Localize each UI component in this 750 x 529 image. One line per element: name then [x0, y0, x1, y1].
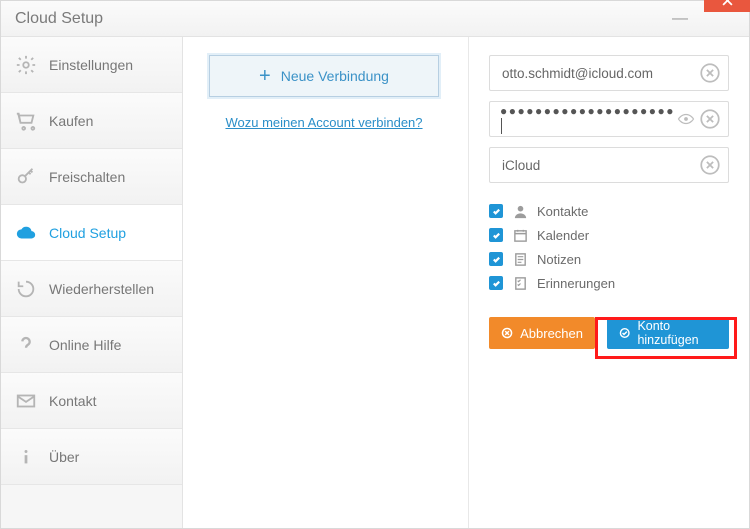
- sidebar-item-label: Einstellungen: [49, 57, 133, 73]
- sidebar-item-label: Online Hilfe: [49, 337, 121, 353]
- center-panel: + Neue Verbindung Wozu meinen Account ve…: [183, 37, 469, 528]
- sidebar-item-settings[interactable]: Einstellungen: [1, 37, 182, 93]
- sidebar-item-contact[interactable]: Kontakt: [1, 373, 182, 429]
- option-calendar: Kalender: [489, 227, 729, 243]
- add-account-button[interactable]: Konto hinzufügen: [607, 317, 729, 349]
- why-connect-link[interactable]: Wozu meinen Account verbinden?: [209, 115, 439, 130]
- account-form: ●●●●●●●●●●●●●●●●●●●● Kontakte: [469, 37, 749, 528]
- sidebar: Einstellungen Kaufen Freischalten Cloud …: [1, 37, 183, 528]
- cancel-label: Abbrechen: [520, 326, 583, 341]
- question-icon: [15, 334, 37, 356]
- cancel-button[interactable]: Abbrechen: [489, 317, 595, 349]
- sidebar-item-buy[interactable]: Kaufen: [1, 93, 182, 149]
- sidebar-item-unlock[interactable]: Freischalten: [1, 149, 182, 205]
- sidebar-item-label: Cloud Setup: [49, 225, 126, 241]
- show-password-icon[interactable]: [676, 109, 696, 129]
- sidebar-item-about[interactable]: Über: [1, 429, 182, 485]
- new-connection-button[interactable]: + Neue Verbindung: [209, 55, 439, 97]
- restore-icon: [15, 278, 37, 300]
- sidebar-item-restore[interactable]: Wiederherstellen: [1, 261, 182, 317]
- new-connection-label: Neue Verbindung: [281, 68, 389, 84]
- add-label: Konto hinzufügen: [637, 319, 717, 347]
- calendar-icon: [512, 227, 528, 243]
- sidebar-item-label: Über: [49, 449, 79, 465]
- notes-icon: [512, 251, 528, 267]
- checkbox-calendar[interactable]: [489, 228, 503, 242]
- info-icon: [15, 446, 37, 468]
- reminders-icon: [512, 275, 528, 291]
- option-contacts: Kontakte: [489, 203, 729, 219]
- option-label: Kontakte: [537, 204, 588, 219]
- cart-icon: [15, 110, 37, 132]
- mail-icon: [15, 390, 37, 412]
- email-field[interactable]: [500, 65, 700, 82]
- key-icon: [15, 166, 37, 188]
- sidebar-item-label: Kontakt: [49, 393, 96, 409]
- email-field-wrap: [489, 55, 729, 91]
- close-button[interactable]: [704, 0, 750, 12]
- option-label: Erinnerungen: [537, 276, 615, 291]
- clear-password-icon[interactable]: [700, 109, 720, 129]
- sidebar-item-help[interactable]: Online Hilfe: [1, 317, 182, 373]
- checkbox-contacts[interactable]: [489, 204, 503, 218]
- form-buttons: Abbrechen Konto hinzufügen: [489, 317, 729, 349]
- gear-icon: [15, 54, 37, 76]
- sidebar-item-label: Wiederherstellen: [49, 281, 154, 297]
- password-field[interactable]: ●●●●●●●●●●●●●●●●●●●●: [500, 104, 676, 134]
- checkbox-reminders[interactable]: [489, 276, 503, 290]
- minimize-button[interactable]: —: [658, 7, 702, 31]
- sync-options: Kontakte Kalender Notizen Erinnerungen: [489, 203, 729, 291]
- clear-email-icon[interactable]: [700, 63, 720, 83]
- titlebar: Cloud Setup —: [1, 1, 749, 37]
- sidebar-item-label: Kaufen: [49, 113, 93, 129]
- checkbox-notes[interactable]: [489, 252, 503, 266]
- option-reminders: Erinnerungen: [489, 275, 729, 291]
- service-field[interactable]: [500, 157, 700, 174]
- option-label: Notizen: [537, 252, 581, 267]
- option-label: Kalender: [537, 228, 589, 243]
- window-title: Cloud Setup: [15, 10, 658, 28]
- option-notes: Notizen: [489, 251, 729, 267]
- clear-service-icon[interactable]: [700, 155, 720, 175]
- cloud-icon: [15, 222, 37, 244]
- password-field-wrap: ●●●●●●●●●●●●●●●●●●●●: [489, 101, 729, 137]
- service-field-wrap: [489, 147, 729, 183]
- contact-icon: [512, 203, 528, 219]
- app-window: Cloud Setup — Einstellungen Kaufen: [0, 0, 750, 529]
- sidebar-item-cloud-setup[interactable]: Cloud Setup: [1, 205, 182, 261]
- sidebar-item-label: Freischalten: [49, 169, 125, 185]
- plus-icon: +: [259, 66, 271, 86]
